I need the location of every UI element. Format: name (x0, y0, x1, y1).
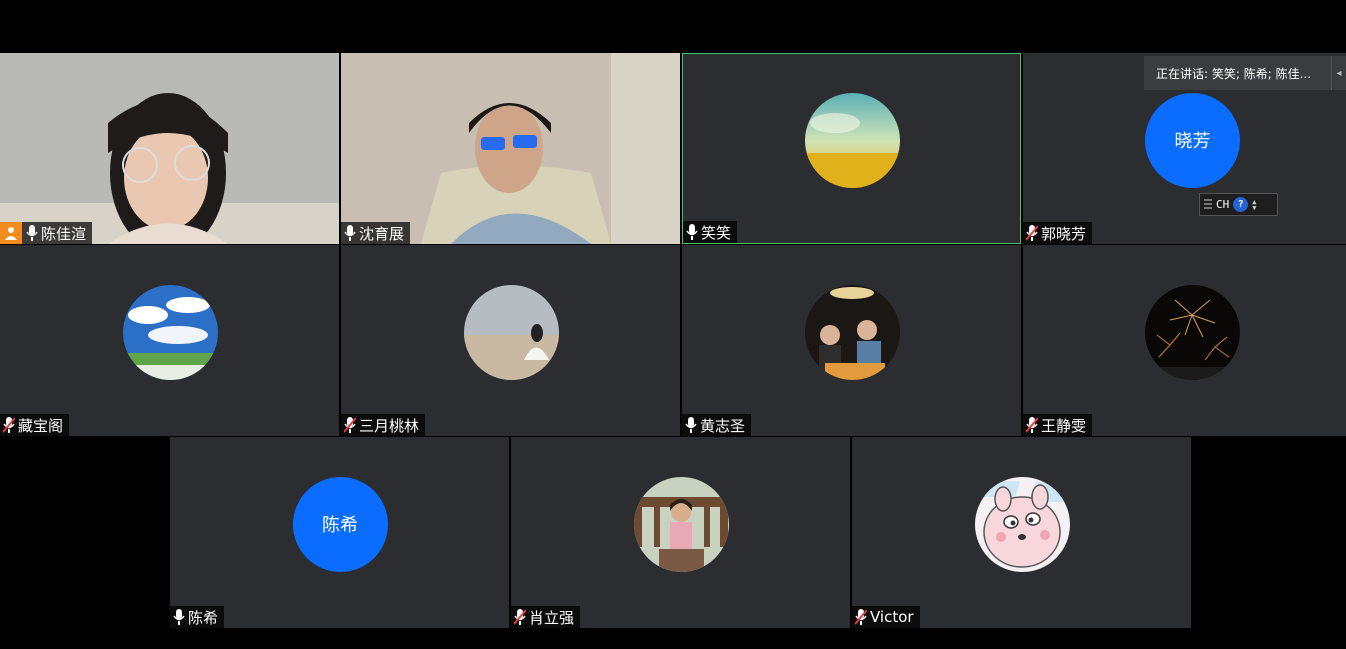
participant-name-tag: 藏宝阁 (0, 414, 70, 436)
participant-name: Victor (870, 608, 914, 626)
participant-name-tag: 肖立强 (511, 606, 581, 628)
participant-name: 肖立强 (529, 608, 575, 627)
video-tile-1[interactable]: 陈佳渲 (0, 53, 339, 244)
participant-name: 三月桃林 (359, 416, 420, 435)
participant-name-tag: 沈育展 (341, 222, 411, 244)
video-tile-5[interactable]: 藏宝阁 (0, 245, 339, 436)
participant-avatar (974, 476, 1070, 572)
drag-handle-icon[interactable] (1204, 198, 1212, 211)
ime-toolbar[interactable]: CH ? ▲ ▼ (1199, 193, 1278, 216)
video-tile-11[interactable]: Victor (852, 437, 1191, 628)
video-tile-9[interactable]: 陈希 陈希 (170, 437, 509, 628)
mic-icon (685, 417, 697, 433)
participant-avatar: 晓芳 (1145, 92, 1240, 188)
participant-avatar (463, 284, 559, 380)
video-tile-8[interactable]: 王静雯 (1023, 245, 1346, 436)
participant-name-tag: 陈佳渲 (0, 222, 93, 244)
video-tile-3[interactable]: 笑笑 (682, 53, 1021, 244)
participant-avatar (633, 476, 729, 572)
video-tile-6[interactable]: 三月桃林 (341, 245, 680, 436)
participant-name-tag: 笑笑 (683, 221, 738, 243)
mic-muted-icon (514, 609, 526, 625)
ime-language[interactable]: CH (1216, 198, 1229, 211)
participant-name: 郭晓芳 (1041, 224, 1087, 243)
participant-avatar (122, 284, 218, 380)
ime-menu-arrows-icon[interactable]: ▲ ▼ (1252, 198, 1256, 211)
mic-icon (173, 609, 185, 625)
participant-avatar (804, 92, 900, 188)
active-speakers-bar: 正在讲话: 笑笑; 陈希; 陈佳... ◂ (1144, 56, 1346, 90)
participant-name: 沈育展 (359, 224, 405, 243)
participant-avatar (1145, 284, 1240, 380)
camera-feed (341, 53, 680, 244)
video-tile-2[interactable]: 沈育展 (341, 53, 680, 244)
active-speakers-text: 正在讲话: 笑笑; 陈希; 陈佳... (1156, 66, 1312, 81)
video-tile-7[interactable]: 黄志圣 (682, 245, 1021, 436)
participant-name-tag: 郭晓芳 (1023, 222, 1093, 244)
participant-name: 藏宝阁 (18, 416, 64, 435)
participant-name: 陈佳渲 (41, 224, 87, 243)
mic-icon (686, 224, 698, 240)
mic-muted-icon (344, 417, 356, 433)
mic-muted-icon (855, 609, 867, 625)
participant-name: 陈希 (188, 608, 219, 627)
participant-name: 黄志圣 (700, 416, 746, 435)
participant-name-tag: Victor (852, 606, 920, 628)
video-tile-10[interactable]: 肖立强 (511, 437, 850, 628)
participant-name-tag: 王静雯 (1023, 414, 1093, 436)
mic-icon (344, 225, 356, 241)
participant-name: 王静雯 (1041, 416, 1087, 435)
mic-muted-icon (3, 417, 15, 433)
camera-feed (0, 53, 339, 244)
participant-name-tag: 黄志圣 (682, 414, 752, 436)
collapse-arrow-icon[interactable]: ◂ (1331, 56, 1346, 90)
participant-name-tag: 三月桃林 (341, 414, 426, 436)
participant-avatar (804, 284, 900, 380)
participant-avatar: 陈希 (292, 476, 388, 572)
participant-name: 笑笑 (701, 223, 732, 242)
help-icon[interactable]: ? (1233, 197, 1249, 212)
mic-muted-icon (1026, 225, 1038, 241)
mic-icon (26, 225, 38, 241)
mic-muted-icon (1026, 417, 1038, 433)
participant-name-tag: 陈希 (170, 606, 225, 628)
host-icon (0, 222, 22, 244)
